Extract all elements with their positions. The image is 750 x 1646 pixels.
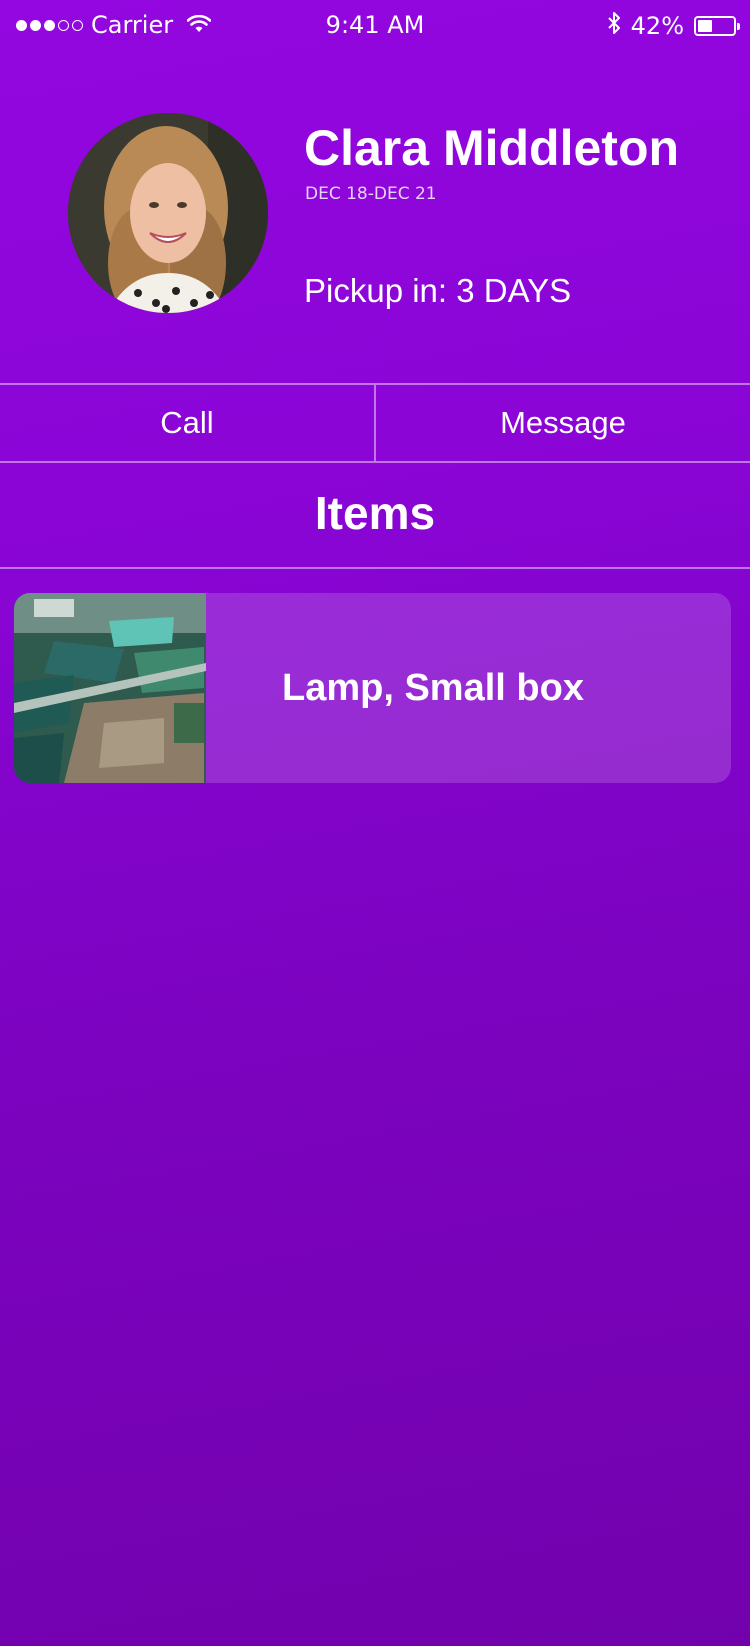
battery-icon — [694, 16, 740, 36]
item-label: Lamp, Small box — [282, 666, 584, 709]
message-button[interactable]: Message — [376, 385, 750, 461]
contact-name: Clara Middleton — [304, 120, 680, 176]
item-thumbnail — [14, 593, 206, 783]
status-right: 42% — [607, 11, 740, 41]
items-divider — [0, 567, 750, 569]
action-row: Call Message — [0, 383, 750, 463]
battery-percentage: 42% — [630, 12, 684, 40]
call-button[interactable]: Call — [0, 385, 376, 461]
battery-level — [698, 20, 712, 32]
profile-photo — [68, 113, 268, 313]
avatar — [68, 113, 268, 313]
pickup-detail-screen: Carrier 9:41 AM 42% Clara Middleton DEC … — [0, 0, 750, 1646]
items-heading: Items — [314, 487, 436, 539]
bluetooth-icon — [607, 11, 621, 41]
date-range: DEC 18-DEC 21 — [305, 184, 437, 204]
status-bar: Carrier 9:41 AM 42% — [0, 0, 750, 52]
pickup-countdown: Pickup in: 3 DAYS — [304, 272, 572, 309]
item-card[interactable]: Lamp, Small box — [14, 593, 731, 783]
